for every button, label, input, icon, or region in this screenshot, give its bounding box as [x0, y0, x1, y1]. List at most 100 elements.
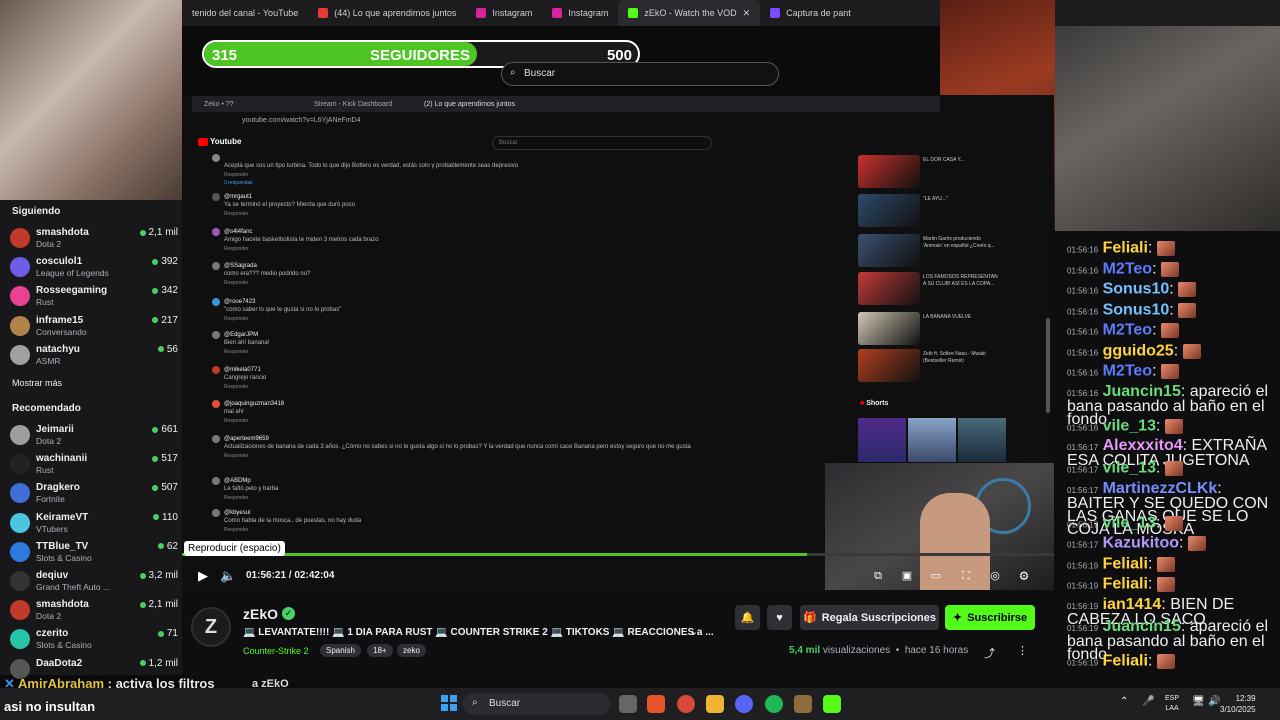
sidebar-channel[interactable]: cosculol1 League of Legends 392 — [10, 255, 178, 283]
browser-tab[interactable]: Captura de pant — [760, 0, 861, 26]
sidebar-channel[interactable]: deqiuv Grand Theft Auto ... 3,2 mil — [10, 569, 178, 597]
chat-username[interactable]: M2Teo — [1103, 260, 1152, 277]
sidebar-channel[interactable]: czerito Slots & Casino 71 — [10, 627, 178, 655]
category-link[interactable]: Counter-Strike 2 — [243, 646, 309, 656]
fullscreen-icon[interactable]: ⛶ — [958, 568, 974, 584]
youtube-url[interactable]: youtube.com/watch?v=L6YjANeFmD4 — [192, 114, 940, 130]
video-title[interactable]: EL DOR CASA Y... — [923, 157, 998, 164]
brave-icon[interactable] — [647, 695, 665, 713]
discord-icon[interactable] — [735, 695, 753, 713]
search-input[interactable]: ⌕ Buscar — [501, 62, 779, 86]
sidebar-channel[interactable]: inframe15 Conversando 217 — [10, 314, 178, 342]
chat-username[interactable]: M2Teo — [1103, 363, 1152, 380]
comment-user[interactable]: @rooe7423 — [224, 299, 255, 305]
reply-button[interactable]: Responder — [224, 527, 248, 533]
chrome-icon[interactable] — [677, 695, 695, 713]
clip-icon[interactable]: ▣ — [899, 568, 915, 584]
show-more-link[interactable]: Mostrar más — [12, 378, 62, 388]
sidebar-channel[interactable]: natachyu ASMR 56 — [10, 343, 178, 371]
tag-chip[interactable]: Spanish — [320, 644, 361, 657]
sidebar-channel[interactable]: KeirameVT VTubers 110 — [10, 511, 178, 539]
comment-user[interactable]: @EdgarJPM — [224, 332, 258, 338]
chat-username[interactable]: Feliali — [1103, 555, 1148, 572]
reply-button[interactable]: Responder — [224, 211, 248, 217]
tab-label[interactable]: Stream - Kick Dashboard — [314, 101, 404, 108]
sidebar-channel[interactable]: wachinanii Rust 517 — [10, 452, 178, 480]
miniplayer-icon[interactable]: ⧉ — [870, 568, 886, 584]
sidebar-channel[interactable]: Dragkero Fortnite 507 — [10, 481, 178, 509]
comment-user[interactable]: @aperteem9659 — [224, 436, 269, 442]
reply-button[interactable]: Responder — [224, 280, 248, 286]
tab-label[interactable]: Zeko • ?? — [204, 101, 294, 108]
app-icon[interactable] — [794, 695, 812, 713]
reply-button[interactable]: Responder — [224, 349, 248, 355]
reply-button[interactable]: Responder — [224, 453, 248, 459]
video-title[interactable]: LOS FAMOSOS REPRESENTAN A SU CLUB! ASÍ E… — [923, 274, 998, 288]
video-title[interactable]: Zeib ft. Sofiee Nasu - Mwaki (Bestseller… — [923, 351, 998, 365]
browser-tab[interactable]: tenido del canal - YouTube — [182, 0, 308, 26]
video-thumbnail[interactable] — [858, 349, 920, 382]
sidebar-channel[interactable]: smashdota Dota 2 2,1 mil — [10, 598, 178, 626]
close-icon[interactable]: ✕ — [743, 8, 751, 19]
chat-username[interactable]: gguido25 — [1103, 342, 1174, 359]
gift-subs-button[interactable]: 🎁 Regala Suscripciones — [800, 605, 939, 630]
tab-label[interactable]: (2) Lo que aprendimos juntos — [424, 101, 524, 108]
browser-tab[interactable]: (44) Lo que aprendimos juntos — [308, 0, 466, 26]
chat-username[interactable]: Feliali — [1103, 576, 1148, 593]
video-thumbnail[interactable] — [858, 155, 920, 188]
chat-username[interactable]: M2Teo — [1103, 322, 1152, 339]
settings-gear-icon[interactable]: ⚙ — [1016, 568, 1032, 584]
folder-icon[interactable] — [706, 695, 724, 713]
spotify-icon[interactable] — [765, 695, 783, 713]
play-icon[interactable]: ▶ — [195, 568, 211, 584]
chat-scrollbar[interactable] — [1046, 318, 1050, 413]
tray-chevron-icon[interactable]: ⌃ — [1120, 696, 1128, 707]
sidebar-channel[interactable]: TTBlue_TV Slots & Casino 62 — [10, 540, 178, 568]
network-icon[interactable]: 🖥 — [1192, 696, 1205, 707]
browser-tab[interactable]: Instagram — [542, 0, 618, 26]
comment-user[interactable]: @mrgaut1 — [224, 194, 252, 200]
volume-icon[interactable]: 🔈 — [220, 568, 236, 584]
chat-username[interactable]: vile_13 — [1103, 460, 1156, 477]
language-indicator[interactable]: ESP LAA — [1165, 694, 1179, 714]
chat-username[interactable]: vile_13 — [1103, 417, 1156, 434]
comment-user[interactable]: @joaquinguzman3418 — [224, 401, 284, 407]
reply-button[interactable]: Responder — [224, 384, 248, 390]
comment-user[interactable]: @mikela0771 — [224, 367, 261, 373]
follow-heart-button[interactable]: ♥ — [767, 605, 792, 630]
video-thumbnail[interactable] — [858, 194, 920, 227]
comment-user[interactable]: @s4l4fanc — [224, 229, 252, 235]
reply-button[interactable]: Responder — [224, 495, 248, 501]
kick-icon[interactable] — [823, 695, 841, 713]
taskbar-search[interactable]: ⌕ Buscar — [463, 693, 610, 715]
video-title[interactable]: LA BANANA VUELVE — [923, 314, 998, 321]
comment-user[interactable]: @kbyesul — [224, 510, 250, 516]
short-thumbnail[interactable] — [858, 418, 906, 462]
sidebar-channel[interactable]: Jeimarii Dota 2 661 — [10, 423, 178, 451]
video-thumbnail[interactable] — [858, 272, 920, 305]
video-progress-bar[interactable] — [182, 553, 1054, 556]
subscribe-button[interactable]: ✦ Suscribirse — [945, 605, 1035, 630]
replies-toggle[interactable]: 3 respuestas — [224, 180, 253, 186]
reply-button[interactable]: Responder — [224, 316, 248, 322]
theater-icon[interactable]: ▭ — [928, 568, 944, 584]
microphone-icon[interactable]: 🎤 — [1142, 696, 1154, 707]
reply-button[interactable]: Responder — [224, 246, 248, 252]
clock[interactable]: 12:39 3/10/2025 — [1220, 693, 1256, 715]
video-title[interactable]: "LE AYU..." — [923, 196, 998, 203]
video-title[interactable]: Martin Garrix produciendo 'Animals' en e… — [923, 236, 998, 250]
comment-user[interactable]: @SSagrada — [224, 263, 257, 269]
channel-avatar[interactable]: Z — [191, 607, 231, 647]
chat-username[interactable]: Feliali — [1103, 240, 1148, 257]
sidebar-channel[interactable]: Rosseegaming Rust 342 — [10, 284, 178, 312]
video-thumbnail[interactable] — [858, 234, 920, 267]
tag-chip[interactable]: 18+ — [367, 644, 393, 657]
short-thumbnail[interactable] — [958, 418, 1006, 462]
tag-chip[interactable]: zeko — [397, 644, 426, 657]
video-thumbnail[interactable] — [858, 312, 920, 345]
share-icon[interactable]: ⤴ — [984, 645, 995, 661]
notification-bell-button[interactable]: 🔔 — [735, 605, 760, 630]
task-view-icon[interactable] — [619, 695, 637, 713]
chat-username[interactable]: Feliali — [1103, 652, 1148, 669]
speed-icon[interactable]: ◎ — [987, 568, 1003, 584]
